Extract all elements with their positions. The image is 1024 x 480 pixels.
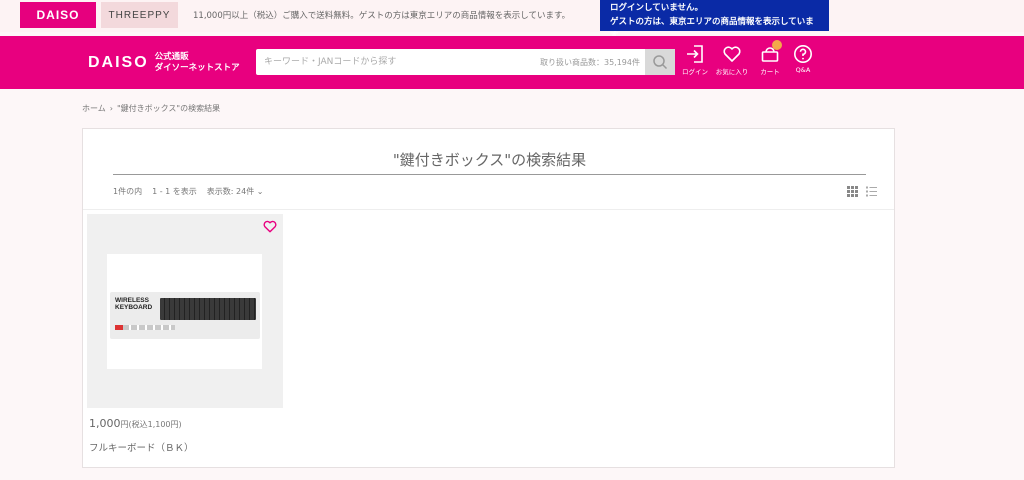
title-underline: [113, 174, 866, 175]
product-price: 1,000円(税込1,100円): [89, 417, 182, 430]
result-meta: 1件の内 1 - 1 を表示 表示数: 24件 ⌄: [113, 186, 273, 197]
product-name[interactable]: フルキーボード（ＢＫ）: [89, 440, 194, 454]
keyboard-keys: [160, 298, 256, 320]
breadcrumb-current: "鍵付きボックス"の検索結果: [116, 104, 221, 113]
question-icon: [794, 45, 812, 63]
view-toggle: [847, 186, 877, 197]
search-input[interactable]: [256, 49, 546, 75]
cart-badge: [772, 40, 782, 50]
login-icon: [687, 45, 703, 63]
login-button[interactable]: ログイン: [677, 44, 713, 76]
favorite-heart-icon[interactable]: [263, 220, 277, 233]
result-range: 1 - 1 を表示: [152, 187, 197, 196]
price-value: 1,000: [89, 417, 121, 430]
search-icon: [653, 55, 668, 70]
qa-button[interactable]: Q&A: [785, 44, 821, 74]
panel-divider: [83, 209, 894, 210]
package-label: WIRELESS KEYBOARD: [115, 297, 153, 311]
site-header: DAISO 公式通販 ダイソーネットストア 取り扱い商品数：35,194件 ログ…: [0, 36, 1024, 89]
logo-sub-line2: ダイソーネットストア: [154, 63, 240, 73]
breadcrumb-separator: ›: [109, 104, 113, 113]
logo-word: DAISO: [88, 54, 149, 71]
search-box: 取り扱い商品数：35,194件: [256, 49, 675, 75]
cart-button[interactable]: カート: [752, 40, 788, 76]
qa-label: Q&A: [795, 66, 811, 74]
login-notice: ログインしていません。 ゲストの方は、東京エリアの商品情報を表示しています。: [600, 0, 829, 41]
list-view-icon[interactable]: [866, 186, 877, 197]
favorites-button[interactable]: お気に入り: [714, 44, 750, 76]
heart-icon: [723, 46, 741, 62]
breadcrumb: ホーム › "鍵付きボックス"の検索結果: [82, 103, 220, 114]
stock-count: 取り扱い商品数：35,194件: [540, 58, 640, 67]
top-strip: DAISO THREEPPY 11,000円以上（税込）ご購入で送料無料。ゲスト…: [0, 0, 1024, 41]
favorites-label: お気に入り: [715, 68, 749, 76]
shipping-note: 11,000円以上（税込）ご購入で送料無料。ゲストの方は東京エリアの商品情報を表…: [193, 11, 571, 21]
cart-label: カート: [760, 68, 780, 76]
grid-view-icon[interactable]: [847, 186, 858, 197]
breadcrumb-home[interactable]: ホーム: [82, 104, 106, 113]
site-logo[interactable]: DAISO 公式通販 ダイソーネットストア: [88, 52, 240, 74]
login-label: ログイン: [682, 68, 708, 76]
results-panel: "鍵付きボックス"の検索結果 1件の内 1 - 1 を表示 表示数: 24件 ⌄ W…: [82, 128, 895, 468]
threeppy-site-tab[interactable]: THREEPPY: [101, 2, 178, 28]
package-strip: [115, 325, 175, 330]
package-red-mark: [115, 325, 123, 330]
product-card[interactable]: WIRELESS KEYBOARD 1,000円(税込1,100円) フルキーボ…: [87, 214, 283, 464]
login-notice-line1: ログインしていません。: [610, 3, 703, 13]
product-image[interactable]: WIRELESS KEYBOARD: [87, 214, 283, 408]
price-unit: 円: [120, 420, 129, 429]
price-tax: (税込1,100円): [128, 420, 182, 429]
per-page-select[interactable]: 表示数: 24件 ⌄: [207, 187, 264, 196]
keyboard-photo: WIRELESS KEYBOARD: [107, 254, 262, 369]
daiso-site-tab[interactable]: DAISO: [20, 2, 96, 28]
search-button[interactable]: [645, 49, 675, 75]
result-total: 1件の内: [113, 187, 143, 196]
results-title: "鍵付きボックス"の検索結果: [392, 151, 587, 169]
logo-subtitle: 公式通販 ダイソーネットストア: [155, 52, 240, 74]
keyboard-package: WIRELESS KEYBOARD: [110, 292, 260, 339]
logo-sub-line1: 公式通販: [154, 52, 189, 62]
